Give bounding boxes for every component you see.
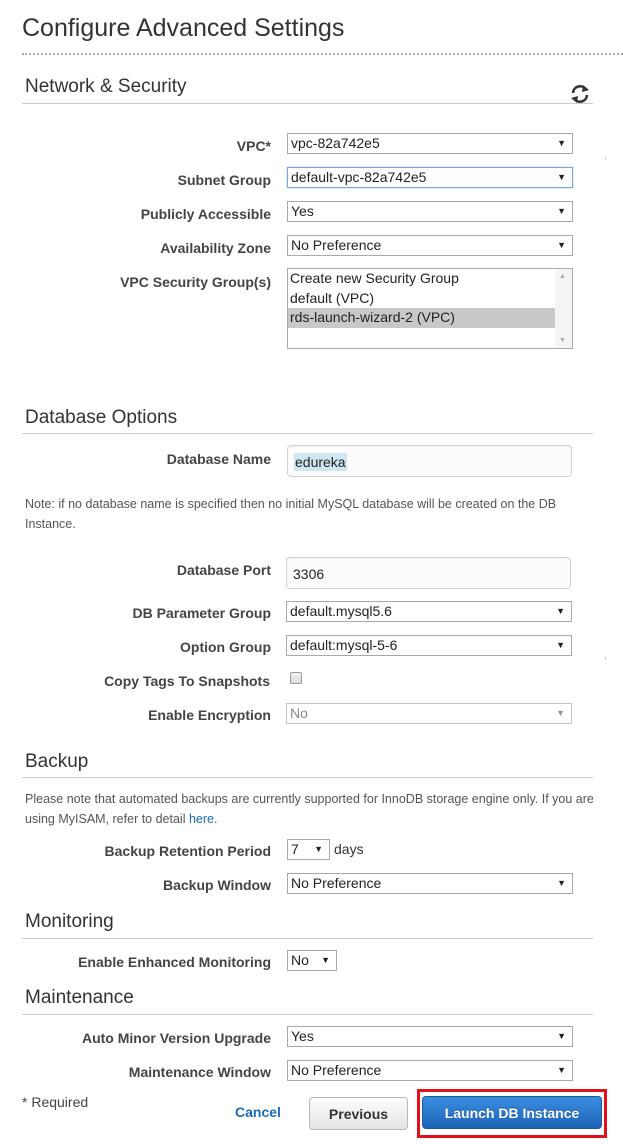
chevron-down-icon: ▼ [321,955,330,965]
database-name-input[interactable]: edureka [287,445,572,477]
publicly-accessible-value: Yes [291,203,314,219]
chevron-down-icon: ▼ [557,1031,566,1041]
subnet-group-select[interactable]: default-vpc-82a742e5 ▼ [287,167,573,188]
security-group-option[interactable]: Create new Security Group [288,269,555,289]
maintenance-window-value: No Preference [291,1062,382,1078]
database-port-value: 3306 [293,566,325,582]
encryption-select: No ▼ [286,703,572,724]
previous-button[interactable]: Previous [309,1097,408,1130]
auto-minor-upgrade-label: Auto Minor Version Upgrade [81,1030,271,1046]
security-group-option-selected[interactable]: rds-launch-wizard-2 (VPC) [288,308,555,328]
vpc-value: vpc-82a742e5 [291,135,380,151]
availability-zone-select[interactable]: No Preference ▼ [287,235,573,256]
backup-note: Please note that automated backups are c… [25,789,595,829]
backup-note-end: . [214,812,218,826]
scroll-up-icon[interactable]: ▲ [559,273,566,280]
chevron-down-icon: ▼ [556,640,565,650]
cancel-button[interactable]: Cancel [235,1104,281,1120]
vpc-label: VPC* [236,138,271,154]
launch-db-instance-button[interactable]: Launch DB Instance [422,1096,602,1129]
scroll-down-icon[interactable]: ▼ [559,337,566,344]
auto-minor-upgrade-select[interactable]: Yes ▼ [287,1026,573,1047]
backup-here-link[interactable]: here [189,812,214,826]
section-title-backup: Backup [25,751,89,772]
section-divider [22,103,593,104]
encryption-value: No [290,705,308,721]
required-note: * Required [22,1094,89,1110]
backup-window-select[interactable]: No Preference ▼ [287,873,573,894]
chevron-down-icon: ▼ [557,878,566,888]
section-divider [22,1014,593,1015]
chevron-down-icon: ▼ [557,240,566,250]
chevron-down-icon: ▼ [314,844,323,854]
security-groups-label: VPC Security Group(s) [120,274,271,290]
security-groups-listbox[interactable]: Create new Security Group default (VPC) … [287,268,573,349]
maintenance-window-label: Maintenance Window [128,1064,271,1080]
chevron-down-icon: ▼ [557,206,566,216]
option-group-label: Option Group [180,639,271,655]
chevron-down-icon: ▼ [557,1065,566,1075]
chevron-down-icon: ▼ [556,606,565,616]
backup-window-label: Backup Window [163,877,271,893]
auto-minor-upgrade-value: Yes [291,1028,314,1044]
section-title-database-options: Database Options [25,407,178,428]
refresh-icon [571,85,589,103]
edge-marker [605,657,606,660]
enhanced-monitoring-value: No [291,952,309,968]
section-title-monitoring: Monitoring [25,911,114,932]
refresh-button[interactable] [568,83,592,105]
section-title-maintenance: Maintenance [25,987,134,1008]
option-group-value: default:mysql-5-6 [290,637,398,653]
backup-retention-label: Backup Retention Period [104,843,271,859]
section-title-network-security: Network & Security [25,76,187,97]
listbox-scrollbar[interactable]: ▲ ▼ [555,269,572,348]
encryption-label: Enable Encryption [148,707,271,723]
backup-retention-select[interactable]: 7 ▼ [287,839,330,860]
enhanced-monitoring-label: Enable Enhanced Monitoring [78,954,271,970]
database-port-label: Database Port [176,562,271,578]
subnet-group-label: Subnet Group [177,172,271,188]
title-divider [22,53,623,55]
chevron-down-icon: ▼ [557,138,566,148]
publicly-accessible-label: Publicly Accessible [140,206,271,222]
security-group-option[interactable]: default (VPC) [288,289,555,309]
availability-zone-label: Availability Zone [160,240,271,256]
section-divider [22,433,593,434]
database-name-label: Database Name [166,451,271,467]
database-name-note: Note: if no database name is specified t… [25,497,557,531]
database-name-value: edureka [294,453,347,471]
chevron-down-icon: ▼ [557,172,566,182]
edge-marker [605,157,606,160]
backup-window-value: No Preference [291,875,382,891]
vpc-select[interactable]: vpc-82a742e5 ▼ [287,133,573,154]
option-group-select[interactable]: default:mysql-5-6 ▼ [286,635,572,656]
parameter-group-select[interactable]: default.mysql5.6 ▼ [286,601,572,622]
section-divider [22,938,593,939]
backup-note-text: Please note that automated backups are c… [25,792,594,826]
maintenance-window-select[interactable]: No Preference ▼ [287,1060,573,1081]
parameter-group-value: default.mysql5.6 [290,603,392,619]
chevron-down-icon: ▼ [556,708,565,718]
copy-tags-label: Copy Tags To Snapshots [104,673,270,689]
copy-tags-checkbox[interactable] [290,672,302,684]
section-divider [22,777,593,778]
publicly-accessible-select[interactable]: Yes ▼ [287,201,573,222]
backup-retention-suffix: days [334,841,364,857]
subnet-group-value: default-vpc-82a742e5 [291,169,427,185]
page-title: Configure Advanced Settings [22,14,345,42]
parameter-group-label: DB Parameter Group [132,605,271,621]
database-port-input[interactable]: 3306 [286,557,571,589]
backup-retention-value: 7 [291,841,299,857]
availability-zone-value: No Preference [291,237,382,253]
enhanced-monitoring-select[interactable]: No ▼ [287,950,337,971]
